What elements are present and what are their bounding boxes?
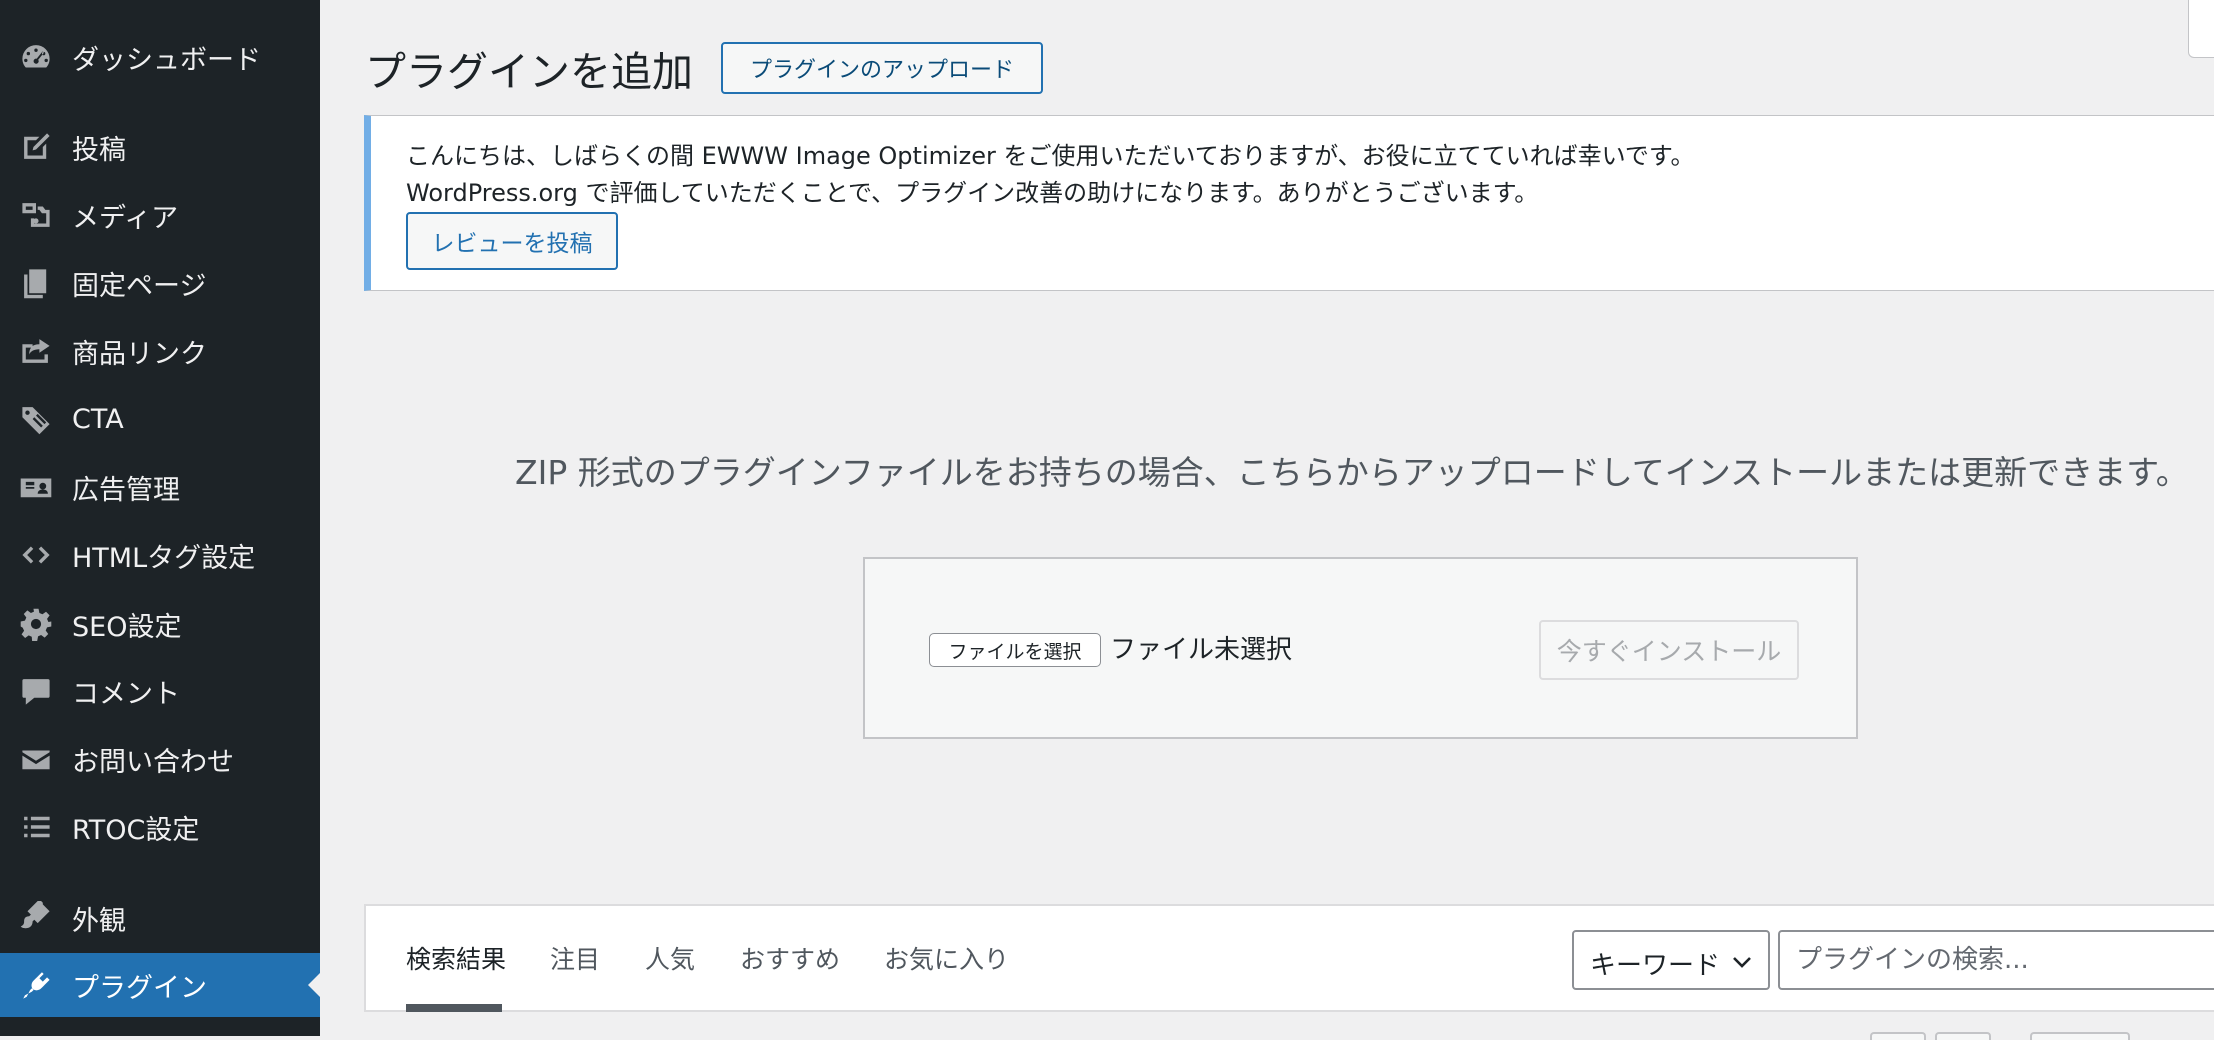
- pagination-button[interactable]: [1935, 1032, 1991, 1040]
- comment-icon: [16, 671, 56, 711]
- sidebar-item-pages[interactable]: 固定ページ: [0, 251, 320, 315]
- sidebar-item-label: メディア: [72, 202, 179, 234]
- tab-featured[interactable]: 注目: [550, 940, 600, 976]
- upload-plugin-button[interactable]: プラグインのアップロード: [721, 42, 1043, 94]
- sidebar-item-appearance[interactable]: 外観: [0, 886, 320, 950]
- sidebar-item-product-links[interactable]: 商品リンク: [0, 319, 320, 383]
- sidebar-item-media[interactable]: メディア: [0, 183, 320, 247]
- search-type-select[interactable]: キーワード: [1572, 930, 1770, 990]
- gear-icon: [16, 604, 56, 644]
- post-icon: [16, 127, 56, 167]
- sidebar-item-label: 外観: [72, 905, 126, 937]
- notice-line-2: WordPress.org で評価していただくことで、プラグイン改善の助けになり…: [406, 179, 1539, 207]
- sidebar-item-label: 投稿: [72, 134, 126, 166]
- tab-recommended[interactable]: おすすめ: [740, 940, 840, 976]
- sidebar-item-posts[interactable]: 投稿: [0, 115, 320, 179]
- screen-options-tab[interactable]: [2188, 0, 2214, 58]
- dashboard-icon: [16, 37, 56, 77]
- tab-search-results[interactable]: 検索結果: [406, 940, 506, 976]
- active-tab-underline: [406, 1004, 502, 1012]
- install-now-button[interactable]: 今すぐインストール: [1539, 620, 1799, 680]
- choose-file-button[interactable]: ファイルを選択: [929, 633, 1101, 667]
- plugin-filter-bar: 検索結果 注目 人気 おすすめ お気に入り キーワード: [364, 904, 2214, 1012]
- plugin-icon: [16, 965, 56, 1005]
- upload-help-text: ZIP 形式のプラグインファイルをお持ちの場合、こちらからアップロードしてインス…: [515, 453, 2189, 492]
- sidebar-item-comments[interactable]: コメント: [0, 659, 320, 723]
- chevron-down-icon: [1733, 957, 1751, 968]
- tab-favorites[interactable]: お気に入り: [884, 940, 1009, 976]
- mail-icon: [16, 739, 56, 779]
- sidebar-item-label: 広告管理: [72, 474, 180, 506]
- current-menu-indicator: [308, 973, 320, 997]
- admin-sidebar: ダッシュボード 投稿 メディア 固定ページ 商品リンク CTA 広告管理 HTM…: [0, 0, 320, 1036]
- sidebar-item-label: 商品リンク: [72, 338, 207, 370]
- page-title: プラグインを追加: [365, 48, 693, 96]
- sidebar-item-label: SEO設定: [72, 611, 182, 643]
- review-notice: こんにちは、しばらくの間 EWWW Image Optimizer をご使用いた…: [364, 115, 2214, 291]
- sidebar-item-label: ダッシュボード: [72, 44, 261, 76]
- search-type-value: キーワード: [1590, 951, 1721, 981]
- page-icon: [16, 263, 56, 303]
- sidebar-item-label: RTOC設定: [72, 814, 200, 846]
- sidebar-item-html-tags[interactable]: HTMLタグ設定: [0, 523, 320, 587]
- sidebar-item-cta[interactable]: CTA: [0, 387, 320, 451]
- post-review-button[interactable]: レビューを投稿: [406, 212, 618, 270]
- sidebar-item-label: プラグイン: [72, 972, 207, 1004]
- share-icon: [16, 331, 56, 371]
- tab-popular[interactable]: 人気: [645, 940, 695, 976]
- sidebar-item-rtoc[interactable]: RTOC設定: [0, 795, 320, 859]
- sidebar-item-label: 固定ページ: [72, 270, 207, 302]
- tag-icon: [16, 399, 56, 439]
- sidebar-item-plugins[interactable]: プラグイン: [0, 953, 320, 1017]
- sidebar-item-label: コメント: [72, 678, 180, 710]
- sidebar-item-dashboard[interactable]: ダッシュボード: [0, 25, 320, 89]
- sidebar-item-label: CTA: [72, 403, 124, 435]
- sidebar-item-label: お問い合わせ: [72, 746, 234, 778]
- plugin-search-input[interactable]: [1778, 930, 2214, 990]
- media-icon: [16, 195, 56, 235]
- sidebar-item-seo[interactable]: SEO設定: [0, 592, 320, 656]
- pagination-button[interactable]: [2030, 1032, 2130, 1040]
- sidebar-item-ad-management[interactable]: 広告管理: [0, 455, 320, 519]
- paintbrush-icon: [16, 898, 56, 938]
- sidebar-item-label: HTMLタグ設定: [72, 542, 256, 574]
- notice-line-1: こんにちは、しばらくの間 EWWW Image Optimizer をご使用いた…: [406, 142, 1695, 170]
- code-icon: [16, 535, 56, 575]
- sidebar-item-contact[interactable]: お問い合わせ: [0, 727, 320, 791]
- upload-form: ファイルを選択 ファイル未選択 今すぐインストール: [863, 557, 1858, 739]
- pagination-button[interactable]: [1870, 1032, 1926, 1040]
- id-card-icon: [16, 467, 56, 507]
- file-status-text: ファイル未選択: [1110, 635, 1293, 665]
- list-icon: [16, 807, 56, 847]
